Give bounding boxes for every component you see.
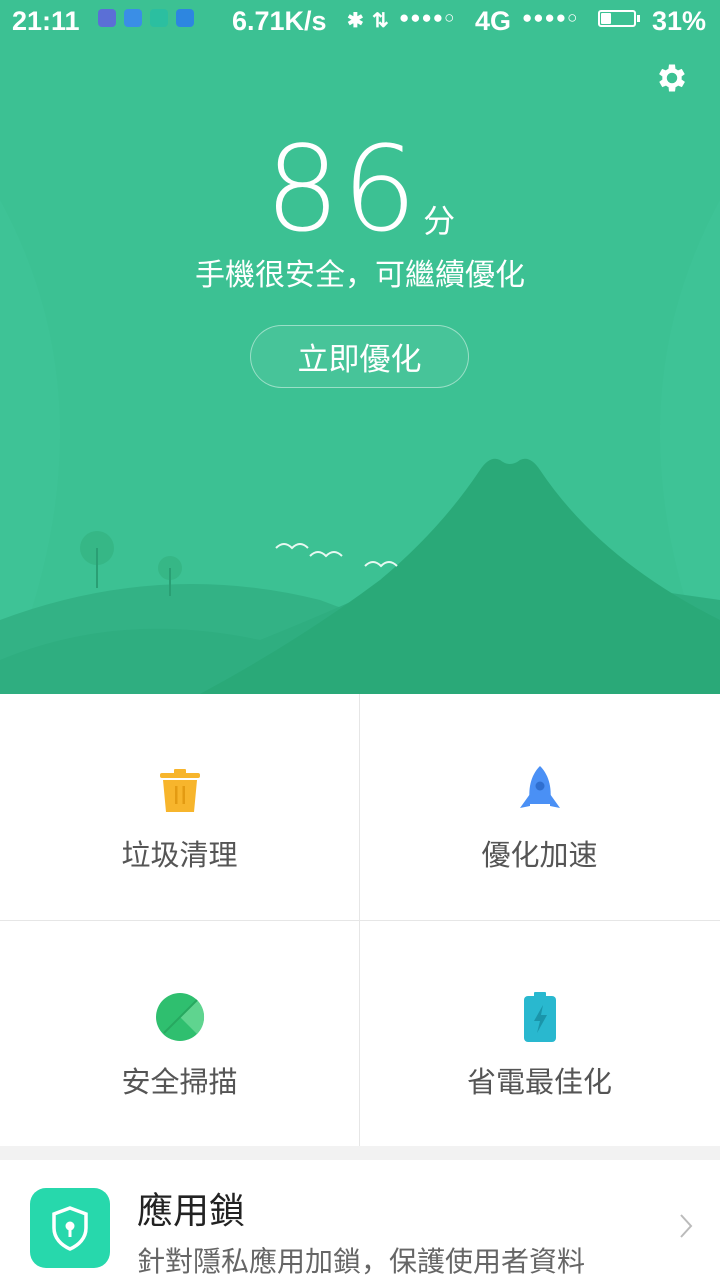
scan-icon	[155, 993, 204, 1041]
chevron-right-icon	[680, 1214, 693, 1238]
bluetooth-icon: ✱	[347, 10, 364, 32]
plus-notification-icon	[150, 9, 168, 27]
grid-divider-horizontal	[0, 920, 720, 921]
score-unit: 分	[423, 202, 456, 240]
status-time: 21:11	[12, 6, 80, 36]
junk-cleanup-tile[interactable]: 垃圾清理	[0, 694, 359, 919]
tools-grid: 垃圾清理 優化加速 安全掃描 省電最佳化	[0, 694, 720, 1146]
status-bar: 21:11 6.71K/s ✱ ⇅ ●●●●○ 4G ●●●●○ 31%	[0, 0, 720, 44]
status-message: 手機很安全，可繼續優化	[195, 258, 525, 293]
tile-label: 優化加速	[481, 838, 598, 872]
data-transfer-icon: ⇅	[372, 10, 389, 32]
score-value: 86	[264, 120, 420, 258]
security-score: 86 分	[0, 130, 720, 248]
gear-icon[interactable]	[654, 60, 690, 96]
signal-strength-2: ●●●●○	[522, 8, 579, 27]
cursor-notification-icon	[124, 9, 142, 27]
tile-label: 省電最佳化	[466, 1065, 612, 1099]
app-notification-icon	[98, 9, 116, 27]
speed-boost-tile[interactable]: 優化加速	[360, 694, 719, 919]
app-lock-description: 針對隱私應用加鎖，保護使用者資料	[137, 1245, 586, 1278]
tile-label: 安全掃描	[121, 1065, 238, 1099]
app-lock-title: 應用鎖	[137, 1191, 246, 1232]
network-type: 4G	[475, 6, 512, 36]
network-speed: 6.71K/s	[232, 6, 327, 36]
app-lock-row[interactable]: 應用鎖 針對隱私應用加鎖，保護使用者資料	[0, 1160, 720, 1280]
tile-label: 垃圾清理	[121, 838, 238, 872]
security-scan-tile[interactable]: 安全掃描	[0, 921, 359, 1146]
rocket-icon	[519, 766, 560, 808]
battery-icon	[598, 10, 640, 27]
trash-icon	[159, 769, 200, 812]
signal-strength-1: ●●●●○	[399, 8, 456, 27]
score-header: 21:11 6.71K/s ✱ ⇅ ●●●●○ 4G ●●●●○ 31% 86 分…	[0, 0, 720, 694]
battery-icon	[523, 992, 556, 1042]
shield-lock-icon	[30, 1188, 110, 1268]
optimize-now-button[interactable]: 立即優化	[250, 325, 469, 388]
power-saving-tile[interactable]: 省電最佳化	[360, 921, 719, 1146]
send-notification-icon	[176, 9, 194, 27]
battery-percent: 31%	[652, 6, 707, 36]
